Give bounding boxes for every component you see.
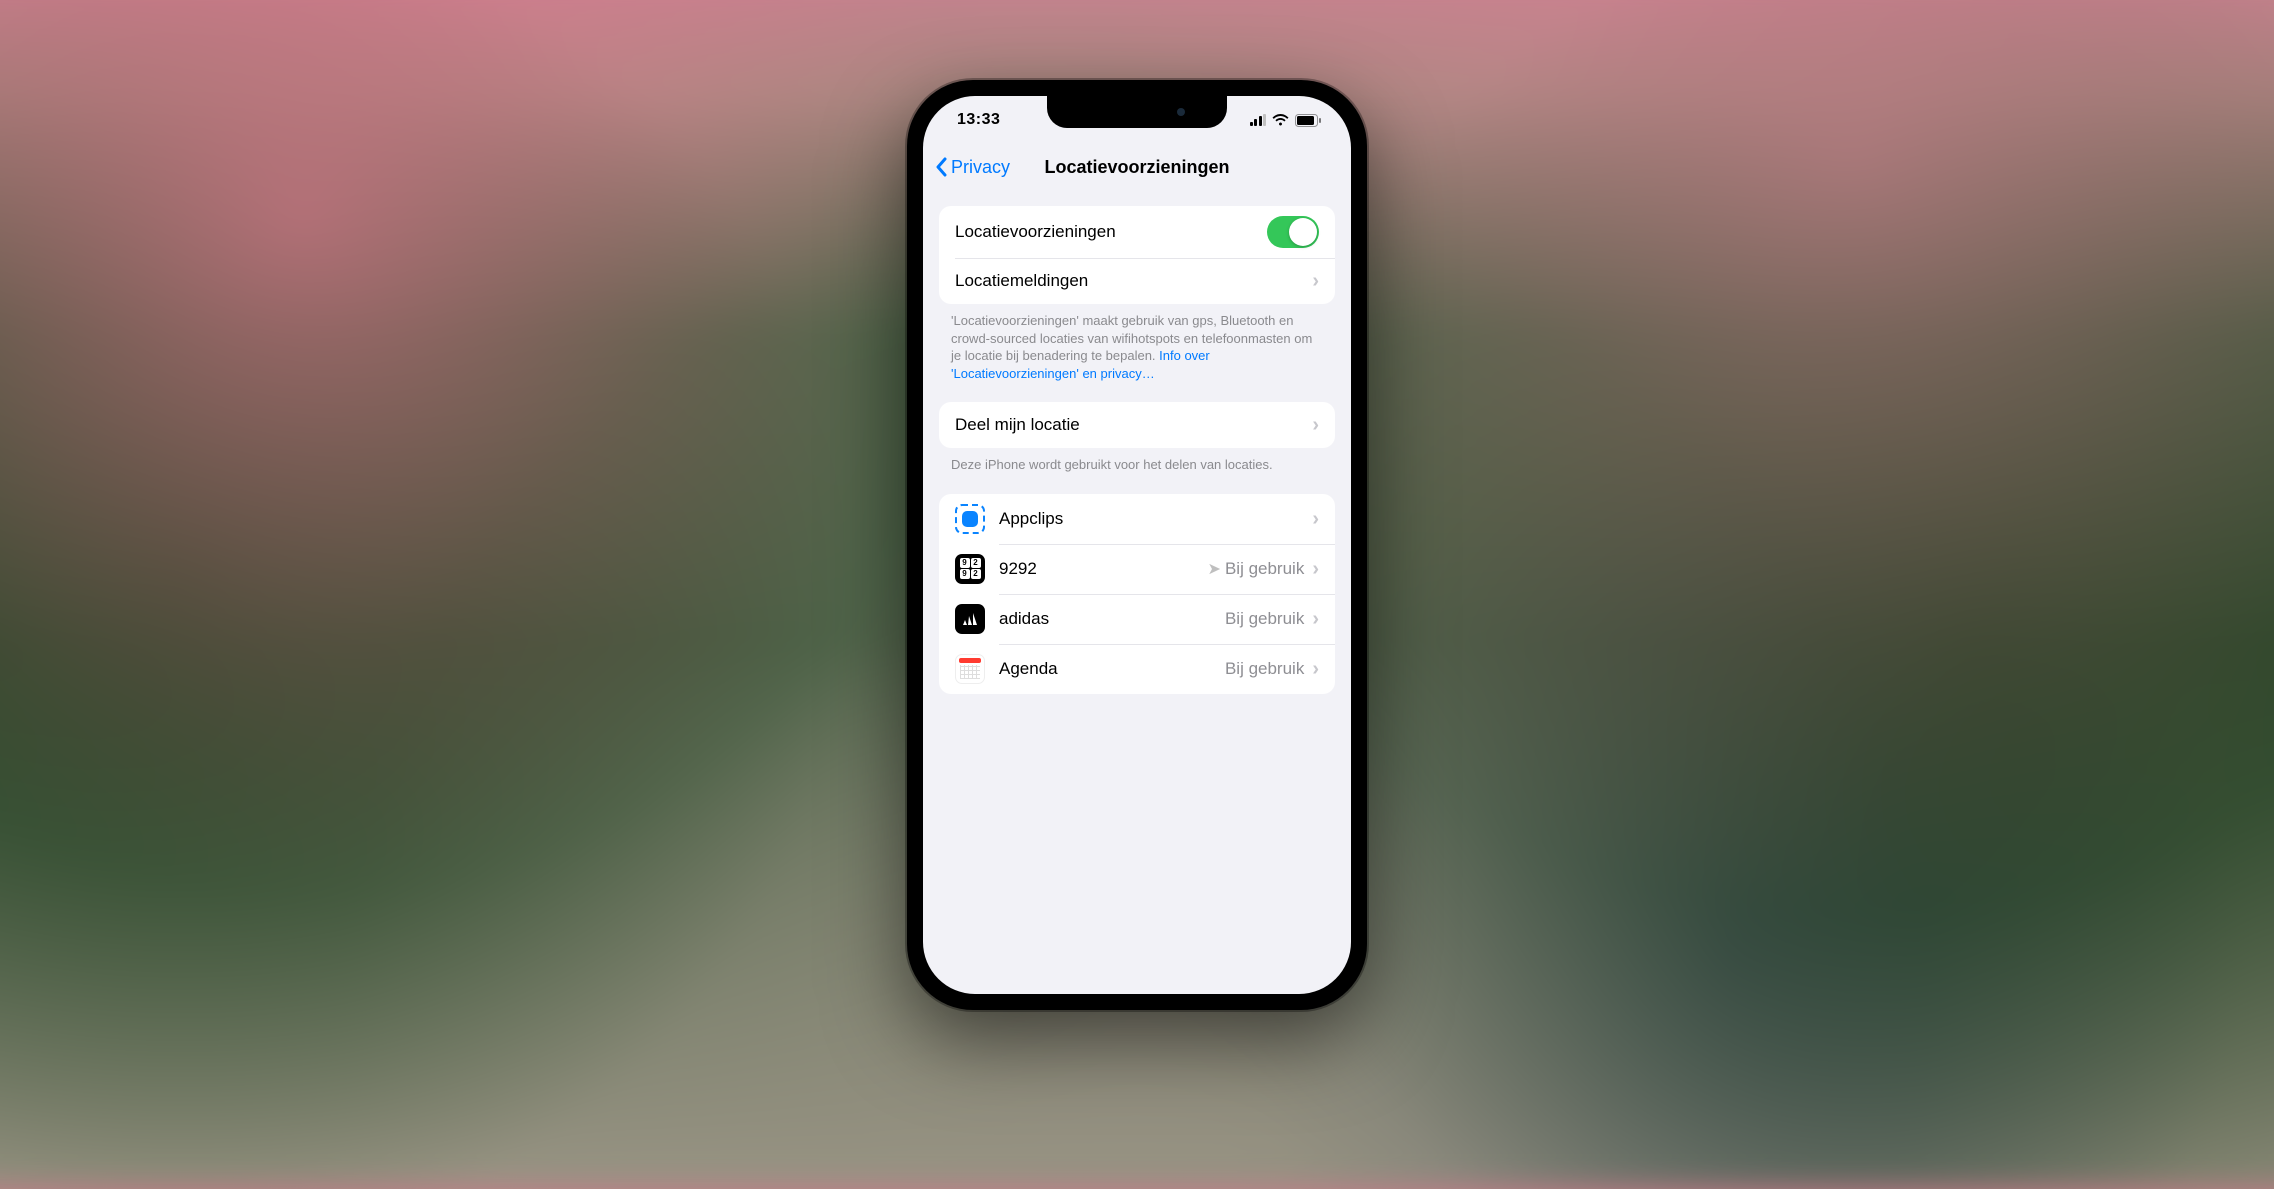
app-name: Agenda (999, 659, 1225, 679)
app-status: Bij gebruik (1225, 659, 1304, 679)
scroll-content[interactable]: Locatievoorzieningen Locatiemeldingen › … (923, 190, 1351, 994)
row-share-my-location[interactable]: Deel mijn locatie › (939, 402, 1335, 448)
chevron-right-icon: › (1312, 415, 1319, 435)
row-label: Locatievoorzieningen (955, 222, 1267, 242)
footer-text: 'Locatievoorzieningen' maakt gebruik van… (951, 313, 1312, 363)
row-location-services-toggle[interactable]: Locatievoorzieningen (939, 206, 1335, 258)
location-arrow-icon: ➤ (1208, 559, 1221, 579)
app-name: Appclips (999, 509, 1304, 529)
row-location-notifications[interactable]: Locatiemeldingen › (939, 258, 1335, 304)
row-app-appclips[interactable]: Appclips › (939, 494, 1335, 544)
row-label: Deel mijn locatie (955, 415, 1304, 435)
9292-icon: 9292 (955, 554, 985, 584)
phone-notch (1047, 96, 1227, 128)
status-time: 13:33 (957, 111, 1000, 129)
app-name: 9292 (999, 559, 1208, 579)
adidas-icon (955, 604, 985, 634)
wifi-icon (1272, 114, 1289, 126)
chevron-right-icon: › (1312, 609, 1319, 629)
chevron-right-icon: › (1312, 271, 1319, 291)
section-footer: 'Locatievoorzieningen' maakt gebruik van… (923, 304, 1351, 386)
phone-frame: 13:33 Privacy Locatievoorzieningen Locat… (907, 80, 1367, 1010)
phone-screen: 13:33 Privacy Locatievoorzieningen Locat… (923, 96, 1351, 994)
app-status: Bij gebruik (1225, 609, 1304, 629)
toggle-switch[interactable] (1267, 216, 1319, 248)
battery-icon (1295, 114, 1321, 127)
status-indicators (1250, 114, 1322, 127)
section-footer: Deze iPhone wordt gebruikt voor het dele… (923, 448, 1351, 478)
row-app-agenda[interactable]: Agenda Bij gebruik › (939, 644, 1335, 694)
settings-group-share: Deel mijn locatie › (939, 402, 1335, 448)
row-app-adidas[interactable]: adidas Bij gebruik › (939, 594, 1335, 644)
appclips-icon (955, 504, 985, 534)
row-app-9292[interactable]: 9292 9292 ➤ Bij gebruik › (939, 544, 1335, 594)
settings-group-location: Locatievoorzieningen Locatiemeldingen › (939, 206, 1335, 304)
chevron-right-icon: › (1312, 559, 1319, 579)
app-status: Bij gebruik (1225, 559, 1304, 579)
row-label: Locatiemeldingen (955, 271, 1304, 291)
page-title: Locatievoorzieningen (923, 157, 1351, 178)
app-name: adidas (999, 609, 1225, 629)
chevron-right-icon: › (1312, 659, 1319, 679)
agenda-icon (955, 654, 985, 684)
navigation-bar: Privacy Locatievoorzieningen (923, 144, 1351, 190)
cellular-signal-icon (1250, 114, 1267, 126)
footer-text: Deze iPhone wordt gebruikt voor het dele… (951, 457, 1273, 472)
chevron-right-icon: › (1312, 509, 1319, 529)
settings-group-apps: Appclips › 9292 9292 ➤ Bij gebruik › adi… (939, 494, 1335, 694)
